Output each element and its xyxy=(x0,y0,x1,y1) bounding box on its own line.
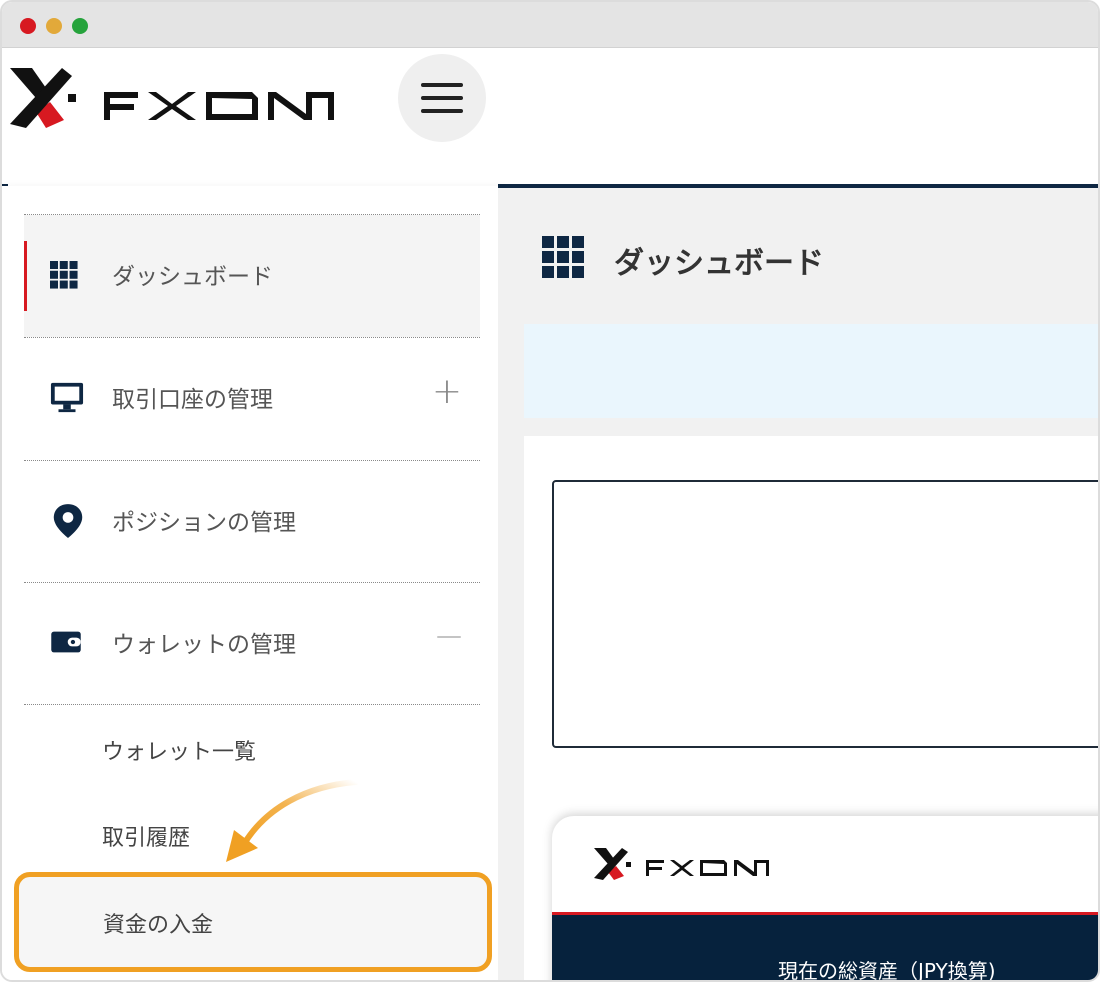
sidebar-item-label: 取引口座の管理 xyxy=(112,387,273,413)
asset-header: 現在の総資産（JPY換算) xyxy=(552,915,1098,982)
app-header xyxy=(2,48,1098,184)
sidebar-item-dashboard[interactable]: ダッシュボード xyxy=(24,215,480,337)
grid-icon xyxy=(50,261,78,289)
pointer-arrow-icon xyxy=(226,779,359,862)
fxon-logo[interactable] xyxy=(6,62,336,132)
sidebar-item-label: ポジションの管理 xyxy=(112,510,296,536)
expand-plus-icon[interactable]: + xyxy=(432,374,462,410)
maximize-window-button[interactable] xyxy=(72,18,88,34)
close-window-button[interactable] xyxy=(20,18,36,34)
hamburger-line xyxy=(421,109,463,113)
sidebar-subitem-transaction-history[interactable]: 取引履歴 xyxy=(102,820,190,852)
sidebar-item-positions[interactable]: ポジションの管理 xyxy=(24,461,480,583)
monitor-icon xyxy=(50,382,84,413)
page-title: ダッシュボード xyxy=(614,246,824,281)
grid-icon xyxy=(542,236,584,278)
collapse-minus-icon[interactable]: — xyxy=(436,623,462,649)
sidebar-item-label: ウォレットの管理 xyxy=(112,632,296,658)
sidebar-item-label: ダッシュボード xyxy=(112,264,273,290)
asset-summary-card: 現在の総資産（JPY換算) xyxy=(552,816,1098,982)
window-titlebar xyxy=(2,2,1098,48)
sidebar-subitem-wallet-list[interactable]: ウォレット一覧 xyxy=(102,734,256,766)
total-assets-label: 現在の総資産（JPY換算) xyxy=(778,959,996,982)
divider xyxy=(24,704,480,705)
content-panel xyxy=(552,480,1098,748)
sidebar-item-wallet[interactable]: ウォレットの管理 — xyxy=(24,583,480,705)
sidebar-item-trading-accounts[interactable]: 取引口座の管理 + xyxy=(24,338,480,460)
map-pin-icon xyxy=(53,504,83,538)
fxon-logo xyxy=(594,848,769,880)
hamburger-menu-icon xyxy=(421,83,463,87)
browser-window: ダッシュボード 取引口座の管理 + ポジションの管理 ウォレットの管理 — ウォ… xyxy=(0,0,1100,982)
sidebar-subitem-deposit[interactable]: 資金の入金 xyxy=(14,872,492,972)
hamburger-line xyxy=(421,96,463,100)
info-banner xyxy=(524,324,1098,418)
dashboard-card: 現在の総資産（JPY換算) xyxy=(524,436,1098,982)
hamburger-menu-button[interactable] xyxy=(398,54,486,142)
minimize-window-button[interactable] xyxy=(46,18,62,34)
main-content: ダッシュボード 現在の総資産（JPY換算) xyxy=(498,188,1098,982)
wallet-icon xyxy=(51,631,81,653)
sidebar-subitem-label: 資金の入金 xyxy=(103,913,214,938)
